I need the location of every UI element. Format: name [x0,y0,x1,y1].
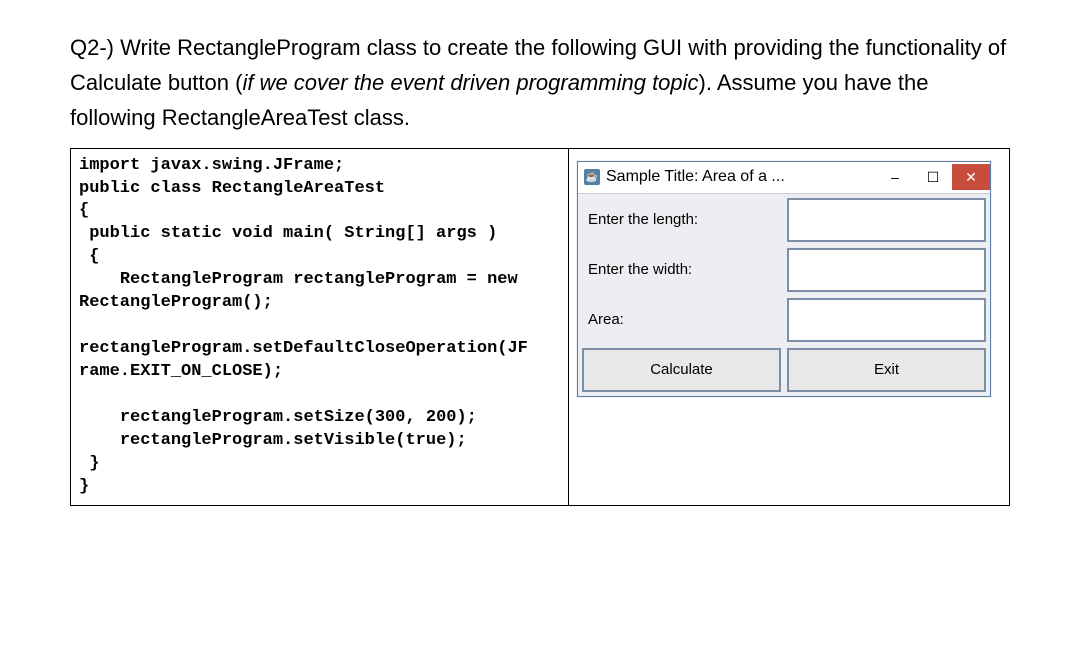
question-text: Q2-) Write RectangleProgram class to cre… [70,30,1010,136]
sample-window: ☕ Sample Title: Area of a ... – ☐ ✕ Ente… [577,161,991,397]
titlebar: ☕ Sample Title: Area of a ... – ☐ ✕ [578,162,990,194]
length-input[interactable] [787,198,986,242]
area-input[interactable] [787,298,986,342]
maximize-button[interactable]: ☐ [914,164,952,190]
width-label: Enter the width: [582,248,781,292]
minimize-button[interactable]: – [876,164,914,190]
gui-panel: ☕ Sample Title: Area of a ... – ☐ ✕ Ente… [569,149,1009,505]
java-icon: ☕ [584,169,600,185]
content-row: import javax.swing.JFrame; public class … [70,148,1010,506]
calculate-button[interactable]: Calculate [582,348,781,392]
client-area: Enter the length: Enter the width: Area:… [578,194,990,396]
length-label: Enter the length: [582,198,781,242]
code-panel: import javax.swing.JFrame; public class … [71,149,569,505]
close-button[interactable]: ✕ [952,164,990,190]
form-grid: Enter the length: Enter the width: Area:… [582,198,986,392]
width-input[interactable] [787,248,986,292]
exit-button[interactable]: Exit [787,348,986,392]
area-label: Area: [582,298,781,342]
window-title: Sample Title: Area of a ... [606,168,876,186]
window-controls: – ☐ ✕ [876,164,990,190]
question-italic: if we cover the event driven programming… [242,70,698,95]
